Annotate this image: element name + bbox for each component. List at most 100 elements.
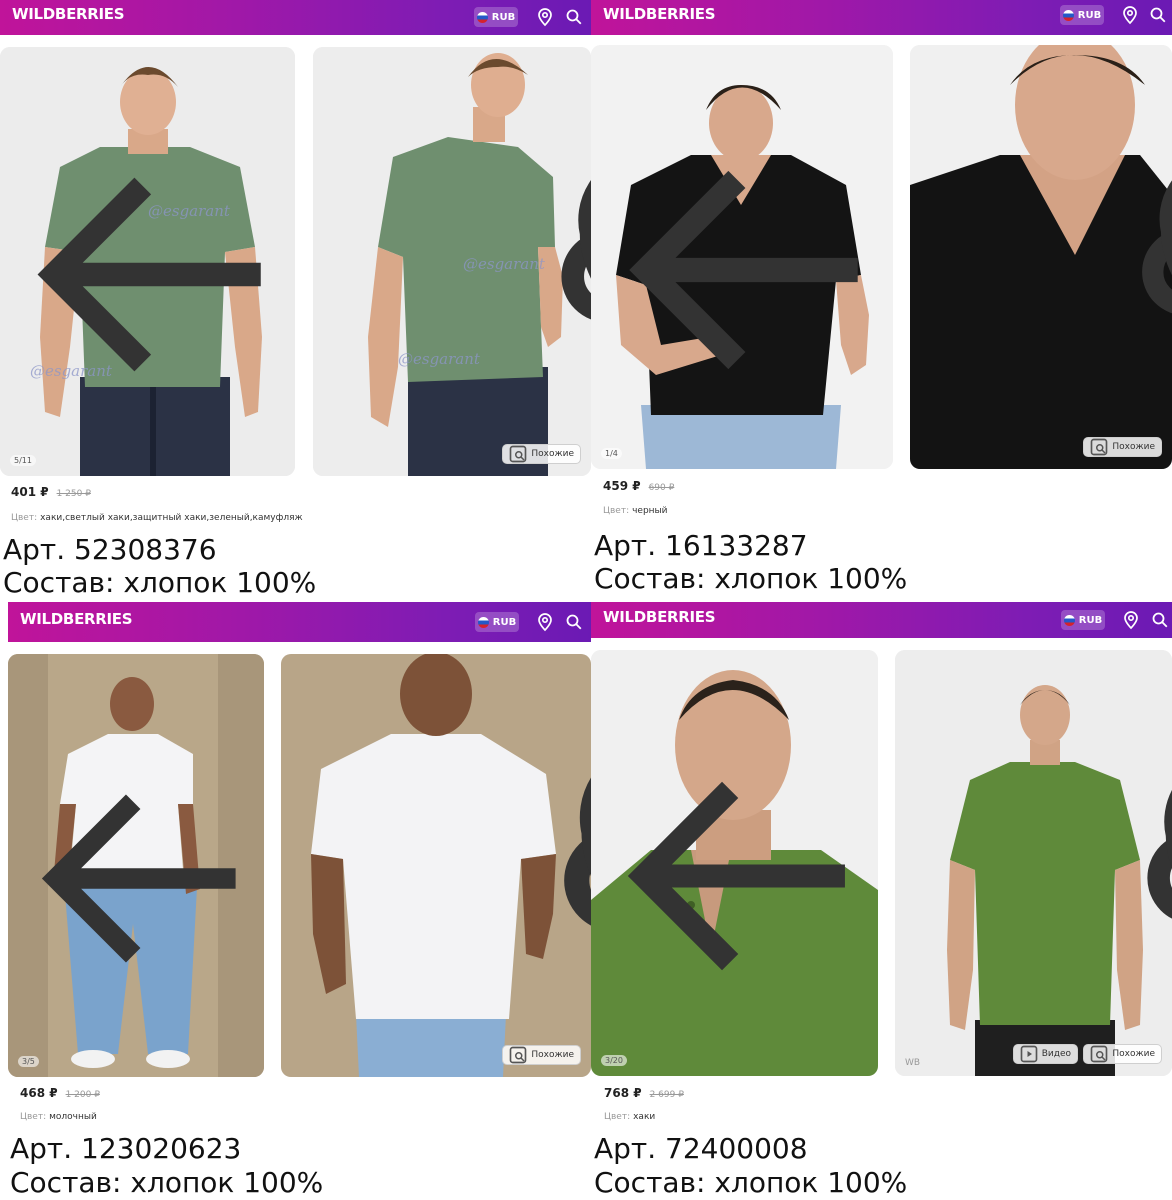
back-arrow-icon[interactable] xyxy=(18,667,264,1077)
app-header: WILDBERRIES RUB xyxy=(8,602,591,642)
russia-flag-icon xyxy=(476,11,488,23)
currency-button[interactable]: RUB xyxy=(1060,5,1104,25)
product-photo-closeup[interactable]: Похожие xyxy=(910,45,1172,469)
currency-label: RUB xyxy=(1077,9,1102,21)
article-number: Арт. 52308376 xyxy=(3,533,217,566)
similar-button[interactable]: Похожие xyxy=(1083,1044,1162,1064)
heart-icon[interactable] xyxy=(1151,665,1172,1076)
old-price: 1 200 ₽ xyxy=(65,1090,100,1100)
wildberries-logo[interactable]: WILDBERRIES xyxy=(20,610,133,628)
price: 401 ₽ xyxy=(11,485,49,499)
similar-label: Похожие xyxy=(1112,442,1155,452)
price-row: 401 ₽ 1 250 ₽ xyxy=(11,485,91,499)
location-pin-icon[interactable] xyxy=(536,7,554,27)
search-icon[interactable] xyxy=(1149,5,1167,25)
price-row: 459 ₽ 690 ₽ xyxy=(603,479,674,493)
similar-icon xyxy=(1090,438,1108,456)
currency-button[interactable]: RUB xyxy=(474,7,518,27)
product-photo-front[interactable]: WB Видео Похожие xyxy=(895,650,1172,1076)
play-icon xyxy=(1020,1045,1038,1063)
color-label: Цвет: xyxy=(604,1112,631,1122)
photo-counter: 5/11 xyxy=(10,455,36,466)
video-label: Видео xyxy=(1041,1049,1071,1059)
currency-button[interactable]: RUB xyxy=(475,612,519,632)
photo-counter: 3/20 xyxy=(601,1055,627,1066)
location-pin-icon[interactable] xyxy=(1122,610,1140,630)
product-card-3: WILDBERRIES RUB 3/5 Похожие 468 ₽ 1 200 … xyxy=(0,602,591,1200)
color-value: молочный xyxy=(49,1112,97,1122)
search-icon[interactable] xyxy=(1151,610,1169,630)
wildberries-logo[interactable]: WILDBERRIES xyxy=(12,5,125,23)
price: 768 ₽ xyxy=(604,1086,642,1100)
russia-flag-icon xyxy=(1063,614,1075,626)
watermark: @esgarant xyxy=(463,255,545,273)
old-price: 1 250 ₽ xyxy=(56,489,91,499)
app-header: WILDBERRIES RUB xyxy=(591,0,1172,35)
product-photo-closeup[interactable]: 3/20 xyxy=(591,650,878,1076)
wb-watermark: WB xyxy=(905,1058,921,1068)
color-value: хаки,светлый хаки,защитный хаки,зеленый,… xyxy=(40,513,303,523)
color-row: Цвет: хаки xyxy=(604,1112,655,1122)
video-button[interactable]: Видео xyxy=(1012,1044,1078,1064)
article-number: Арт. 123020623 xyxy=(10,1132,242,1165)
product-card-1: WILDBERRIES RUB @esgarant @esgarant 5/11 xyxy=(0,0,591,602)
composition: Состав: хлопок 100% xyxy=(10,1166,324,1199)
price: 468 ₽ xyxy=(20,1086,58,1100)
color-row: Цвет: хаки,светлый хаки,защитный хаки,зел… xyxy=(11,513,303,523)
currency-button[interactable]: RUB xyxy=(1061,610,1105,630)
currency-label: RUB xyxy=(1078,614,1103,626)
color-row: Цвет: черный xyxy=(603,506,668,516)
price-row: 768 ₽ 2 699 ₽ xyxy=(604,1086,684,1100)
old-price: 2 699 ₽ xyxy=(649,1090,684,1100)
color-value: хаки xyxy=(633,1112,656,1122)
heart-icon[interactable] xyxy=(1147,60,1172,469)
similar-label: Похожие xyxy=(531,1050,574,1060)
photo-counter: 3/5 xyxy=(18,1056,39,1067)
product-photo-front[interactable]: 3/5 xyxy=(8,654,264,1077)
article-number: Арт. 16133287 xyxy=(594,529,808,562)
similar-icon xyxy=(509,445,527,463)
price-row: 468 ₽ 1 200 ₽ xyxy=(20,1086,100,1100)
similar-label: Похожие xyxy=(1112,1049,1155,1059)
similar-label: Похожие xyxy=(531,449,574,459)
photo-counter: 1/4 xyxy=(601,448,622,459)
russia-flag-icon xyxy=(477,616,489,628)
product-card-4: WILDBERRIES RUB 3/20 WB Видео Похожие 76… xyxy=(591,602,1172,1200)
heart-icon[interactable] xyxy=(565,669,591,1077)
color-label: Цвет: xyxy=(20,1112,47,1122)
heart-icon[interactable] xyxy=(565,62,591,476)
similar-icon xyxy=(509,1046,527,1064)
similar-button[interactable]: Похожие xyxy=(502,1045,581,1065)
watermark: @esgarant xyxy=(398,350,480,368)
old-price: 690 ₽ xyxy=(648,483,675,493)
similar-button[interactable]: Похожие xyxy=(502,444,581,464)
product-photo-back[interactable]: @esgarant @esgarant Похожие xyxy=(313,47,591,476)
similar-icon xyxy=(1090,1045,1108,1063)
search-icon[interactable] xyxy=(565,7,583,27)
color-label: Цвет: xyxy=(603,506,630,516)
back-arrow-icon[interactable] xyxy=(10,60,295,476)
app-header: WILDBERRIES RUB xyxy=(0,0,591,35)
currency-label: RUB xyxy=(492,616,517,628)
product-photo-front[interactable]: @esgarant @esgarant 5/11 xyxy=(0,47,295,476)
russia-flag-icon xyxy=(1062,9,1074,21)
product-photo-front[interactable]: 1/4 xyxy=(591,45,893,469)
app-header: WILDBERRIES RUB xyxy=(591,602,1172,638)
composition: Состав: хлопок 100% xyxy=(594,562,908,595)
product-photo-back[interactable]: Похожие xyxy=(281,654,591,1077)
search-icon[interactable] xyxy=(565,612,583,632)
wildberries-logo[interactable]: WILDBERRIES xyxy=(603,608,716,626)
color-row: Цвет: молочный xyxy=(20,1112,97,1122)
location-pin-icon[interactable] xyxy=(1121,5,1139,25)
composition: Состав: хлопок 100% xyxy=(594,1166,908,1199)
wildberries-logo[interactable]: WILDBERRIES xyxy=(603,5,716,23)
similar-button[interactable]: Похожие xyxy=(1083,437,1162,457)
composition: Состав: хлопок 100% xyxy=(3,566,317,599)
back-arrow-icon[interactable] xyxy=(601,58,893,469)
price: 459 ₽ xyxy=(603,479,641,493)
article-number: Арт. 72400008 xyxy=(594,1132,808,1165)
color-label: Цвет: xyxy=(11,513,38,523)
location-pin-icon[interactable] xyxy=(536,612,554,632)
currency-label: RUB xyxy=(491,11,516,23)
back-arrow-icon[interactable] xyxy=(601,663,878,1076)
